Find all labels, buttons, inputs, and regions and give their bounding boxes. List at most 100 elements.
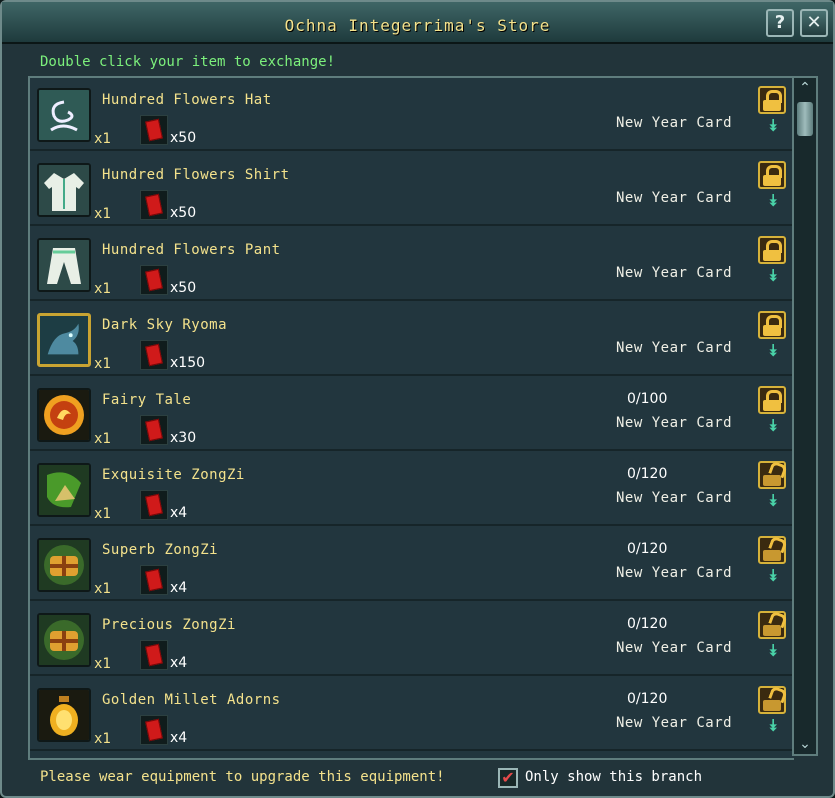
currency-name: New Year Card [616,415,733,431]
item-list: x1 Hundred Flowers Hat x50 New Year Card… [28,76,794,760]
mount-icon[interactable] [37,313,91,367]
item-cost: x150 [170,355,206,371]
unlock-icon[interactable] [758,610,788,639]
item-cost: x4 [170,505,188,521]
item-name: Superb ZongZi [102,542,219,558]
list-item[interactable]: x1 Golden Millet Adorns x4 0/120 New Yea… [30,678,794,751]
equipment-warning: Please wear equipment to upgrade this eq… [40,769,445,785]
list-item[interactable]: x1 Dark Sky Ryoma x150 New Year Card ⯯ [30,303,794,376]
item-cost: x30 [170,430,197,446]
item-cost: x4 [170,730,188,746]
list-item[interactable]: x1 Hundred Flowers Pant x50 New Year Car… [30,228,794,301]
help-button[interactable]: ? [766,9,794,37]
chevron-down-icon[interactable]: ⯯ [763,341,783,361]
item-name: Hundred Flowers Shirt [102,167,290,183]
unlock-icon[interactable] [758,685,788,714]
new-year-card-icon [140,115,168,145]
item-name: Dark Sky Ryoma [102,317,228,333]
lock-icon[interactable] [758,311,786,339]
list-item[interactable]: x1 Exquisite ZongZi x4 0/120 New Year Ca… [30,453,794,526]
new-year-card-icon [140,190,168,220]
purchase-limit: 0/100 [627,391,668,407]
scrollbar[interactable]: ⌃ ⌄ [792,76,818,756]
gift-box-icon[interactable] [37,613,91,667]
new-year-card-icon [140,640,168,670]
currency-name: New Year Card [616,115,733,131]
branch-filter-label[interactable]: Only show this branch [525,769,702,785]
item-quantity: x1 [94,356,111,372]
item-cost: x4 [170,655,188,671]
unlock-icon[interactable] [758,535,788,564]
chevron-down-icon[interactable]: ⯯ [763,641,783,661]
scroll-thumb[interactable] [797,102,813,136]
chevron-down-icon[interactable]: ⯯ [763,191,783,211]
purchase-limit: 0/120 [627,691,668,707]
orb-icon[interactable] [37,388,91,442]
window-title: Ochna Integerrima's Store [284,16,551,35]
currency-name: New Year Card [616,340,733,356]
lock-icon[interactable] [758,161,786,189]
new-year-card-icon [140,715,168,745]
zongzi-icon[interactable] [37,463,91,517]
item-name: Golden Millet Adorns [102,692,281,708]
chevron-down-icon[interactable]: ⯯ [763,116,783,136]
list-item[interactable]: x1 Precious ZongZi x4 0/120 New Year Car… [30,603,794,676]
currency-name: New Year Card [616,715,733,731]
chevron-down-icon[interactable]: ⯯ [763,566,783,586]
chevron-down-icon[interactable]: ⯯ [763,716,783,736]
list-item[interactable]: x1 Fairy Tale x30 0/100 New Year Card ⯯ [30,378,794,451]
new-year-card-icon [140,265,168,295]
scroll-down-icon[interactable]: ⌄ [796,736,814,752]
item-name: Fairy Tale [102,392,192,408]
lock-icon[interactable] [758,86,786,114]
lock-icon[interactable] [758,386,786,414]
new-year-card-icon [140,415,168,445]
item-cost: x50 [170,280,197,296]
currency-name: New Year Card [616,490,733,506]
branch-filter-checkbox[interactable]: ✔ [498,768,518,788]
list-item[interactable]: x1 Superb ZongZi x4 0/120 New Year Card … [30,528,794,601]
item-quantity: x1 [94,731,111,747]
list-item[interactable]: x1 Hundred Flowers Hat x50 New Year Card… [30,78,794,151]
item-name: Precious ZongZi [102,617,236,633]
lock-icon[interactable] [758,236,786,264]
hat-icon[interactable] [37,88,91,142]
item-cost: x50 [170,205,197,221]
store-window: Ochna Integerrima's Store ? ✕ Double cli… [0,0,835,798]
purchase-limit: 0/120 [627,466,668,482]
currency-name: New Year Card [616,265,733,281]
scroll-up-icon[interactable]: ⌃ [796,80,814,96]
new-year-card-icon [140,340,168,370]
unlock-icon[interactable] [758,460,788,489]
item-quantity: x1 [94,206,111,222]
item-quantity: x1 [94,281,111,297]
list-item[interactable]: x1 Hundred Flowers Shirt x50 New Year Ca… [30,153,794,226]
item-quantity: x1 [94,656,111,672]
instruction-text: Double click your item to exchange! [40,54,336,70]
item-name: Exquisite ZongZi [102,467,245,483]
shirt-icon[interactable] [37,163,91,217]
currency-name: New Year Card [616,565,733,581]
item-quantity: x1 [94,581,111,597]
item-cost: x4 [170,580,188,596]
item-quantity: x1 [94,131,111,147]
chevron-down-icon[interactable]: ⯯ [763,416,783,436]
item-cost: x50 [170,130,197,146]
gift-box-icon[interactable] [37,538,91,592]
lantern-icon[interactable] [37,688,91,742]
title-bar[interactable]: Ochna Integerrima's Store ? ✕ [2,2,833,44]
item-name: Hundred Flowers Hat [102,92,272,108]
chevron-down-icon[interactable]: ⯯ [763,491,783,511]
item-quantity: x1 [94,506,111,522]
purchase-limit: 0/120 [627,616,668,632]
new-year-card-icon [140,565,168,595]
chevron-down-icon[interactable]: ⯯ [763,266,783,286]
purchase-limit: 0/120 [627,541,668,557]
close-button[interactable]: ✕ [800,9,828,37]
currency-name: New Year Card [616,640,733,656]
item-name: Hundred Flowers Pant [102,242,281,258]
item-quantity: x1 [94,431,111,447]
new-year-card-icon [140,490,168,520]
pants-icon[interactable] [37,238,91,292]
currency-name: New Year Card [616,190,733,206]
